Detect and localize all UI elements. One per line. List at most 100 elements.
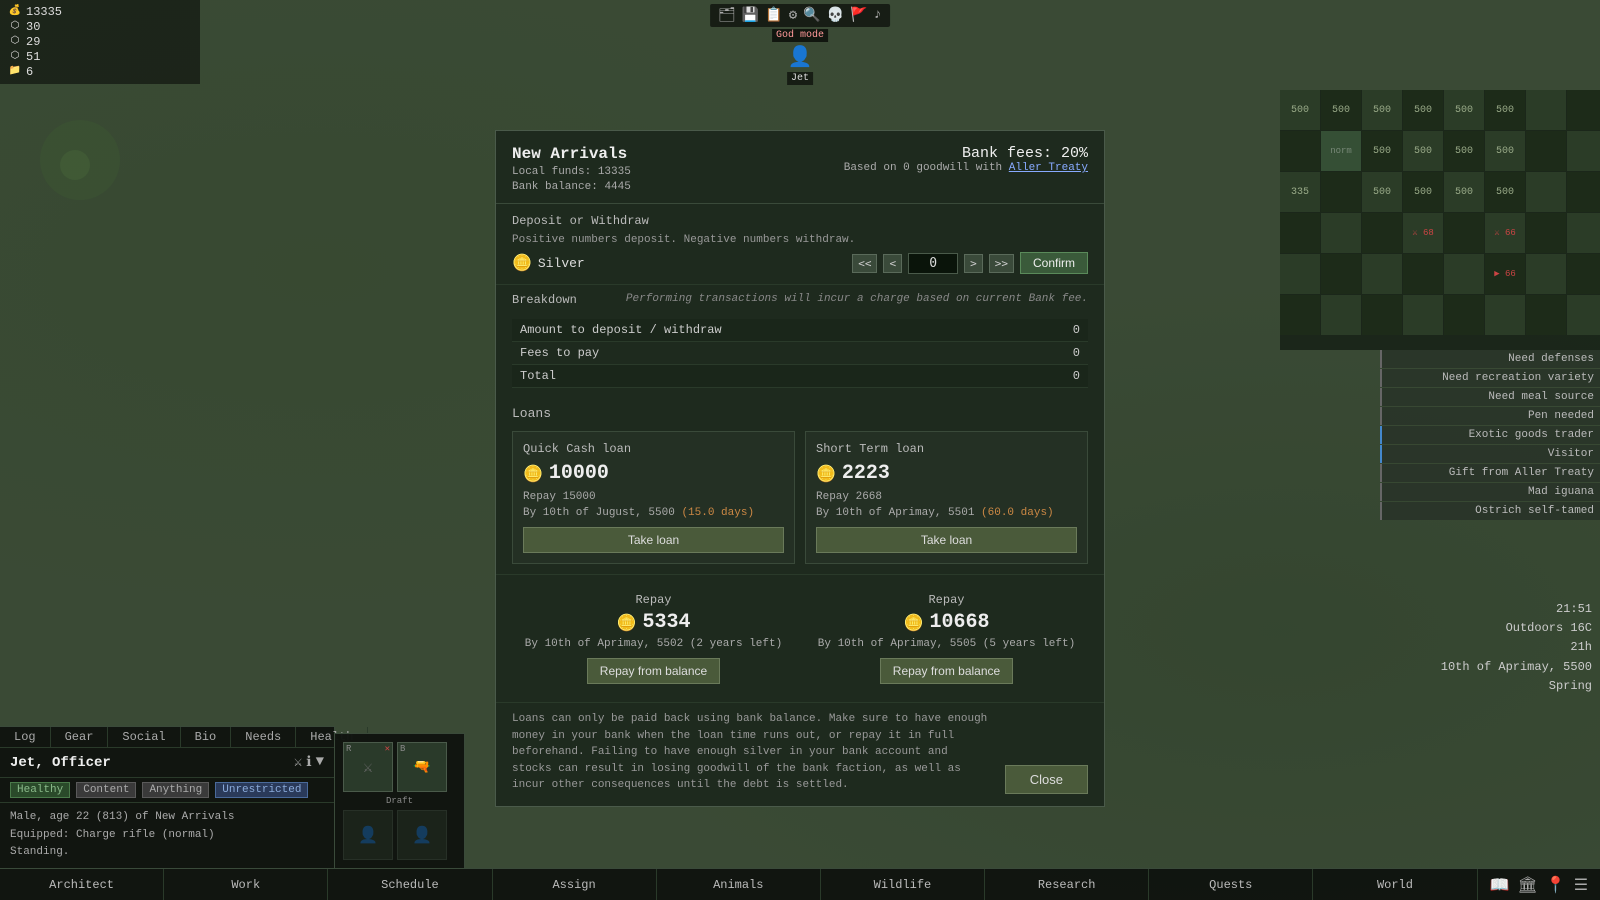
tab-gear[interactable]: Gear	[51, 727, 109, 747]
restriction-badge: Unrestricted	[215, 782, 308, 798]
nav-schedule[interactable]: Schedule	[328, 869, 492, 900]
nav-animals[interactable]: Animals	[657, 869, 821, 900]
nav-architect[interactable]: Architect	[0, 869, 164, 900]
repay-coin-icon-0: 🪙	[617, 613, 637, 633]
repay-balance-button-1[interactable]: Repay from balance	[880, 658, 1013, 684]
repay-balance-button-0[interactable]: Repay from balance	[587, 658, 720, 684]
loan-card-1: Short Term loan 🪙 2223 Repay 2668 By 10t…	[805, 431, 1088, 564]
breakdown-value-1: 0	[1033, 342, 1089, 365]
info-icon[interactable]: ℹ	[306, 754, 311, 771]
animals-label: Animals	[713, 878, 763, 892]
loans-title: Loans	[512, 406, 1088, 421]
equip-slot-4[interactable]: 👤	[397, 810, 447, 860]
repay-amount-0: 5334	[642, 611, 690, 634]
bank-fees-title: Bank fees: 20%	[844, 145, 1088, 162]
local-funds-row: Local funds: 13335	[512, 166, 631, 178]
status-row: Healthy Content Anything Unrestricted	[0, 778, 334, 803]
breakdown-value-0: 0	[1033, 319, 1089, 342]
loan-due-0: By 10th of Jugust, 5500 (15.0 days)	[523, 507, 784, 519]
dialog-header: New Arrivals Local funds: 13335 Bank bal…	[496, 131, 1104, 204]
equip-row-1: R ✕ ⚔ B 🔫	[343, 742, 456, 792]
slot-label-draft: Draft	[343, 796, 456, 806]
breakdown-table: Amount to deposit / withdraw 0 Fees to p…	[512, 319, 1088, 388]
nav-world[interactable]: World	[1313, 869, 1477, 900]
nav-work[interactable]: Work	[164, 869, 328, 900]
repay-grid: Repay 🪙 5334 By 10th of Aprimay, 5502 (2…	[512, 585, 1088, 692]
bottom-nav: Architect Work Schedule Assign Animals W…	[0, 868, 1600, 900]
assign-label: Assign	[552, 878, 595, 892]
content-badge: Content	[76, 782, 136, 798]
health-badge: Healthy	[10, 782, 70, 798]
quests-label: Quests	[1209, 878, 1252, 892]
weapon-icon: ⚔	[363, 757, 373, 777]
repay-label-0: Repay	[635, 593, 671, 607]
breakdown-section: Breakdown Performing transactions will i…	[496, 285, 1104, 396]
nav-double-back-button[interactable]: <<	[852, 254, 877, 273]
loan-title-1: Short Term loan	[816, 442, 1077, 456]
bank-fees-sub: Based on 0 goodwill with Aller Treaty	[844, 162, 1088, 174]
bank-dialog: New Arrivals Local funds: 13335 Bank bal…	[495, 130, 1105, 807]
take-loan-button-0[interactable]: Take loan	[523, 527, 784, 553]
loan-repay-1: Repay 2668	[816, 491, 1077, 503]
breakdown-header: Breakdown Performing transactions will i…	[512, 293, 1088, 313]
repay-amount-1: 10668	[929, 611, 989, 634]
breakdown-value-2: 0	[1033, 365, 1089, 388]
tab-bio[interactable]: Bio	[181, 727, 232, 747]
book-icon[interactable]: 📖	[1490, 875, 1510, 895]
repay-amount-row-0: 🪙 5334	[617, 611, 691, 634]
wildlife-label: Wildlife	[874, 878, 932, 892]
nav-quests[interactable]: Quests	[1149, 869, 1313, 900]
breakdown-label-1: Fees to pay	[512, 342, 1033, 365]
mood-badge: Anything	[142, 782, 209, 798]
loan-amount-0: 10000	[549, 462, 609, 485]
amount-input[interactable]	[908, 253, 958, 274]
list-icon[interactable]: ☰	[1574, 875, 1588, 895]
breakdown-label-0: Amount to deposit / withdraw	[512, 319, 1033, 342]
tab-social[interactable]: Social	[108, 727, 180, 747]
nav-wildlife[interactable]: Wildlife	[821, 869, 985, 900]
take-loan-button-1[interactable]: Take loan	[816, 527, 1077, 553]
bank-fees: Bank fees: 20% Based on 0 goodwill with …	[844, 145, 1088, 193]
pin-icon[interactable]: 📍	[1546, 875, 1566, 895]
deposit-row: 🪙 Silver << < > >> Confirm	[512, 252, 1088, 274]
equip-slot-3[interactable]: 👤	[343, 810, 393, 860]
header-icons: ⚔ ℹ ▼	[294, 754, 324, 771]
loan-due-1: By 10th of Aprimay, 5501 (60.0 days)	[816, 507, 1077, 519]
nav-double-forward-button[interactable]: >>	[989, 254, 1014, 273]
nav-icon-group: 📖 🏛 📍 ☰	[1478, 869, 1600, 900]
repay-due-0: By 10th of Aprimay, 5502 (2 years left)	[525, 638, 782, 650]
nav-back-button[interactable]: <	[883, 254, 902, 273]
char-tab-bar: Log Gear Social Bio Needs Health	[0, 727, 334, 748]
deposit-section: Deposit or Withdraw Positive numbers dep…	[496, 204, 1104, 285]
repay-card-1: Repay 🪙 10668 By 10th of Aprimay, 5505 (…	[805, 585, 1088, 692]
tab-log[interactable]: Log	[0, 727, 51, 747]
confirm-button[interactable]: Confirm	[1020, 252, 1088, 274]
breakdown-label-2: Total	[512, 365, 1033, 388]
loan-title-0: Quick Cash loan	[523, 442, 784, 456]
dialog-left-header: New Arrivals Local funds: 13335 Bank bal…	[512, 145, 631, 193]
loans-section: Loans Quick Cash loan 🪙 10000 Repay 1500…	[496, 396, 1104, 575]
research-label: Research	[1038, 878, 1096, 892]
equip-slot-secondary[interactable]: B 🔫	[397, 742, 447, 792]
character-header: Jet, Officer ⚔ ℹ ▼	[0, 748, 334, 778]
close-button[interactable]: Close	[1005, 765, 1088, 794]
breakdown-row-0: Amount to deposit / withdraw 0	[512, 319, 1088, 342]
draft-icon[interactable]: ⚔	[294, 754, 302, 771]
expand-icon[interactable]: ▼	[316, 754, 324, 771]
building-icon[interactable]: 🏛	[1517, 875, 1537, 895]
nav-research[interactable]: Research	[985, 869, 1149, 900]
nav-assign[interactable]: Assign	[493, 869, 657, 900]
loans-grid: Quick Cash loan 🪙 10000 Repay 15000 By 1…	[512, 431, 1088, 564]
loan-amount-row-0: 🪙 10000	[523, 462, 784, 485]
empty-slot-icon-1: 👤	[358, 825, 378, 845]
silver-icon-deposit: 🪙	[512, 253, 532, 273]
dialog-title: New Arrivals	[512, 145, 631, 163]
deposit-title: Deposit or Withdraw	[512, 214, 1088, 228]
treaty-link[interactable]: Aller Treaty	[1009, 162, 1088, 174]
work-label: Work	[231, 878, 260, 892]
breakdown-row-1: Fees to pay 0	[512, 342, 1088, 365]
nav-forward-button[interactable]: >	[964, 254, 983, 273]
tab-needs[interactable]: Needs	[231, 727, 296, 747]
equip-slot-weapon[interactable]: R ✕ ⚔	[343, 742, 393, 792]
repay-coin-icon-1: 🪙	[904, 613, 924, 633]
